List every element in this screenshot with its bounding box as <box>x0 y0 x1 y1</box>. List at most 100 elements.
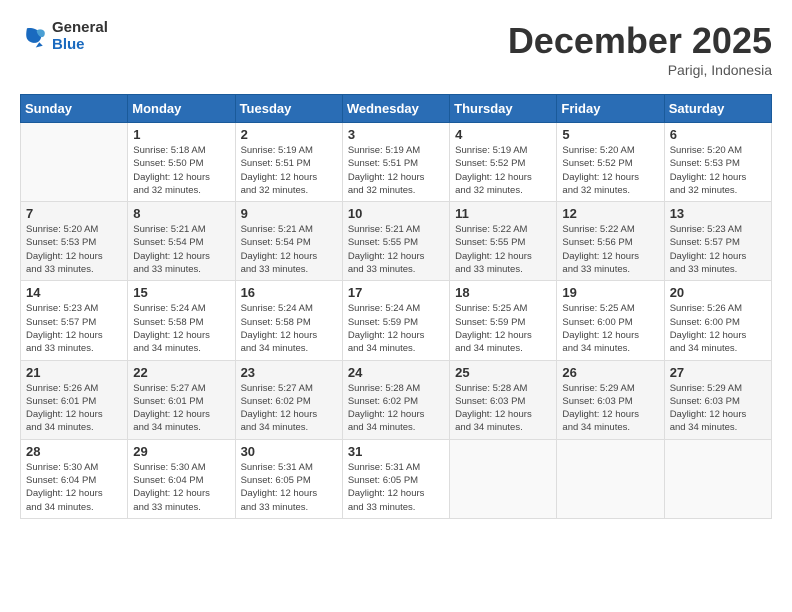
day-number: 17 <box>348 285 444 300</box>
logo-icon <box>20 23 48 51</box>
calendar-day: 18 Sunrise: 5:25 AM Sunset: 5:59 PM Dayli… <box>450 281 557 360</box>
calendar-day: 28 Sunrise: 5:30 AM Sunset: 6:04 PM Dayli… <box>21 439 128 518</box>
day-info: Sunrise: 5:20 AM Sunset: 5:53 PM Dayligh… <box>26 223 122 276</box>
calendar-day: 25 Sunrise: 5:28 AM Sunset: 6:03 PM Dayli… <box>450 360 557 439</box>
weekday-header: Saturday <box>664 95 771 123</box>
calendar-day <box>450 439 557 518</box>
day-number: 7 <box>26 206 122 221</box>
day-info: Sunrise: 5:30 AM Sunset: 6:04 PM Dayligh… <box>26 461 122 514</box>
calendar-day <box>557 439 664 518</box>
day-info: Sunrise: 5:28 AM Sunset: 6:02 PM Dayligh… <box>348 382 444 435</box>
calendar-week-row: 21 Sunrise: 5:26 AM Sunset: 6:01 PM Dayli… <box>21 360 772 439</box>
day-number: 28 <box>26 444 122 459</box>
day-info: Sunrise: 5:21 AM Sunset: 5:55 PM Dayligh… <box>348 223 444 276</box>
location: Parigi, Indonesia <box>508 62 772 78</box>
calendar-day: 11Sunrise: 5:22 AM Sunset: 5:55 PM Dayli… <box>450 202 557 281</box>
day-info: Sunrise: 5:27 AM Sunset: 6:01 PM Dayligh… <box>133 382 229 435</box>
day-info: Sunrise: 5:31 AM Sunset: 6:05 PM Dayligh… <box>241 461 337 514</box>
day-number: 10 <box>348 206 444 221</box>
day-info: Sunrise: 5:23 AM Sunset: 5:57 PM Dayligh… <box>26 302 122 355</box>
calendar-day <box>21 123 128 202</box>
calendar-day: 21 Sunrise: 5:26 AM Sunset: 6:01 PM Dayli… <box>21 360 128 439</box>
title-block: December 2025 Parigi, Indonesia <box>508 20 772 78</box>
calendar-day: 2 Sunrise: 5:19 AM Sunset: 5:51 PM Daylig… <box>235 123 342 202</box>
calendar-day: 13 Sunrise: 5:23 AM Sunset: 5:57 PM Dayli… <box>664 202 771 281</box>
day-info: Sunrise: 5:30 AM Sunset: 6:04 PM Dayligh… <box>133 461 229 514</box>
weekday-header: Thursday <box>450 95 557 123</box>
day-info: Sunrise: 5:24 AM Sunset: 5:59 PM Dayligh… <box>348 302 444 355</box>
calendar-day: 4 Sunrise: 5:19 AM Sunset: 5:52 PM Daylig… <box>450 123 557 202</box>
day-info: Sunrise: 5:26 AM Sunset: 6:01 PM Dayligh… <box>26 382 122 435</box>
day-number: 20 <box>670 285 766 300</box>
calendar-day: 8 Sunrise: 5:21 AM Sunset: 5:54 PM Daylig… <box>128 202 235 281</box>
day-number: 4 <box>455 127 551 142</box>
weekday-header: Wednesday <box>342 95 449 123</box>
calendar-day: 7 Sunrise: 5:20 AM Sunset: 5:53 PM Daylig… <box>21 202 128 281</box>
calendar-day: 27Sunrise: 5:29 AM Sunset: 6:03 PM Dayli… <box>664 360 771 439</box>
day-number: 14 <box>26 285 122 300</box>
day-number: 18 <box>455 285 551 300</box>
day-info: Sunrise: 5:29 AM Sunset: 6:03 PM Dayligh… <box>562 382 658 435</box>
day-number: 12 <box>562 206 658 221</box>
calendar-day: 10 Sunrise: 5:21 AM Sunset: 5:55 PM Dayli… <box>342 202 449 281</box>
day-number: 19 <box>562 285 658 300</box>
calendar-day: 23Sunrise: 5:27 AM Sunset: 6:02 PM Dayli… <box>235 360 342 439</box>
day-number: 3 <box>348 127 444 142</box>
calendar-week-row: 1 Sunrise: 5:18 AM Sunset: 5:50 PM Daylig… <box>21 123 772 202</box>
calendar-day: 22 Sunrise: 5:27 AM Sunset: 6:01 PM Dayli… <box>128 360 235 439</box>
calendar-week-row: 28 Sunrise: 5:30 AM Sunset: 6:04 PM Dayli… <box>21 439 772 518</box>
day-number: 21 <box>26 365 122 380</box>
day-info: Sunrise: 5:23 AM Sunset: 5:57 PM Dayligh… <box>670 223 766 276</box>
day-info: Sunrise: 5:21 AM Sunset: 5:54 PM Dayligh… <box>241 223 337 276</box>
day-number: 1 <box>133 127 229 142</box>
day-info: Sunrise: 5:27 AM Sunset: 6:02 PM Dayligh… <box>241 382 337 435</box>
calendar-day: 30 Sunrise: 5:31 AM Sunset: 6:05 PM Dayli… <box>235 439 342 518</box>
day-info: Sunrise: 5:22 AM Sunset: 5:56 PM Dayligh… <box>562 223 658 276</box>
calendar-day: 9 Sunrise: 5:21 AM Sunset: 5:54 PM Daylig… <box>235 202 342 281</box>
calendar-day: 3 Sunrise: 5:19 AM Sunset: 5:51 PM Daylig… <box>342 123 449 202</box>
day-info: Sunrise: 5:29 AM Sunset: 6:03 PM Dayligh… <box>670 382 766 435</box>
day-number: 6 <box>670 127 766 142</box>
day-number: 13 <box>670 206 766 221</box>
day-number: 2 <box>241 127 337 142</box>
logo-text: General Blue <box>52 20 108 53</box>
weekday-header: Friday <box>557 95 664 123</box>
day-number: 5 <box>562 127 658 142</box>
day-number: 24 <box>348 365 444 380</box>
day-number: 25 <box>455 365 551 380</box>
day-number: 30 <box>241 444 337 459</box>
day-number: 22 <box>133 365 229 380</box>
weekday-header: Sunday <box>21 95 128 123</box>
day-info: Sunrise: 5:19 AM Sunset: 5:51 PM Dayligh… <box>348 144 444 197</box>
calendar-table: SundayMondayTuesdayWednesdayThursdayFrid… <box>20 94 772 519</box>
day-number: 16 <box>241 285 337 300</box>
day-info: Sunrise: 5:18 AM Sunset: 5:50 PM Dayligh… <box>133 144 229 197</box>
calendar-day: 31Sunrise: 5:31 AM Sunset: 6:05 PM Dayli… <box>342 439 449 518</box>
day-info: Sunrise: 5:25 AM Sunset: 5:59 PM Dayligh… <box>455 302 551 355</box>
calendar-day: 6 Sunrise: 5:20 AM Sunset: 5:53 PM Daylig… <box>664 123 771 202</box>
calendar-day: 1 Sunrise: 5:18 AM Sunset: 5:50 PM Daylig… <box>128 123 235 202</box>
calendar-day <box>664 439 771 518</box>
day-number: 26 <box>562 365 658 380</box>
calendar-day: 24 Sunrise: 5:28 AM Sunset: 6:02 PM Dayli… <box>342 360 449 439</box>
day-info: Sunrise: 5:19 AM Sunset: 5:52 PM Dayligh… <box>455 144 551 197</box>
day-info: Sunrise: 5:20 AM Sunset: 5:53 PM Dayligh… <box>670 144 766 197</box>
calendar-week-row: 7 Sunrise: 5:20 AM Sunset: 5:53 PM Daylig… <box>21 202 772 281</box>
day-info: Sunrise: 5:26 AM Sunset: 6:00 PM Dayligh… <box>670 302 766 355</box>
day-info: Sunrise: 5:19 AM Sunset: 5:51 PM Dayligh… <box>241 144 337 197</box>
calendar-day: 5Sunrise: 5:20 AM Sunset: 5:52 PM Daylig… <box>557 123 664 202</box>
calendar-day: 14 Sunrise: 5:23 AM Sunset: 5:57 PM Dayli… <box>21 281 128 360</box>
day-info: Sunrise: 5:24 AM Sunset: 5:58 PM Dayligh… <box>241 302 337 355</box>
weekday-header-row: SundayMondayTuesdayWednesdayThursdayFrid… <box>21 95 772 123</box>
day-number: 31 <box>348 444 444 459</box>
day-info: Sunrise: 5:28 AM Sunset: 6:03 PM Dayligh… <box>455 382 551 435</box>
day-info: Sunrise: 5:21 AM Sunset: 5:54 PM Dayligh… <box>133 223 229 276</box>
calendar-day: 16 Sunrise: 5:24 AM Sunset: 5:58 PM Dayli… <box>235 281 342 360</box>
month-title: December 2025 <box>508 20 772 62</box>
day-number: 9 <box>241 206 337 221</box>
logo: General Blue <box>20 20 108 53</box>
calendar-day: 17 Sunrise: 5:24 AM Sunset: 5:59 PM Dayli… <box>342 281 449 360</box>
day-info: Sunrise: 5:22 AM Sunset: 5:55 PM Dayligh… <box>455 223 551 276</box>
day-number: 8 <box>133 206 229 221</box>
day-number: 15 <box>133 285 229 300</box>
